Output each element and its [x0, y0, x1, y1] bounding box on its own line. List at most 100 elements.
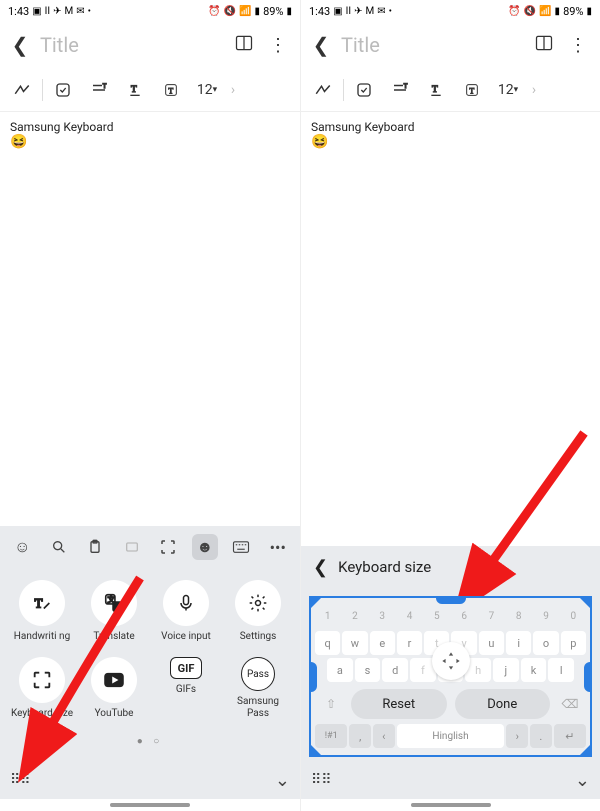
format-toolbar: T T T 12▾ ›	[0, 68, 300, 112]
note-content[interactable]: Samsung Keyboard 😆	[0, 112, 300, 526]
gif-icon: GIF	[170, 657, 202, 679]
toolbar-scroll-right[interactable]: ›	[227, 74, 239, 106]
note-line: Samsung Keyboard	[311, 120, 590, 134]
mute-icon: 🔇	[224, 6, 236, 17]
keyboard-footer: ⠿⠿ ⌄	[0, 761, 300, 799]
keyboard-size-title: Keyboard size	[338, 558, 431, 576]
backspace-icon: ⌫	[558, 697, 582, 711]
textbox-icon[interactable]	[119, 534, 145, 560]
reset-button[interactable]: Reset	[351, 689, 447, 719]
more-icon[interactable]: ⋮	[566, 35, 590, 56]
keyboard-size-header: ❮ Keyboard size	[301, 546, 600, 588]
font-size-select[interactable]: 12▾	[191, 74, 223, 106]
status-icon: ✉	[76, 6, 84, 17]
signal-icon: ▮	[555, 6, 561, 17]
resize-handle-right[interactable]	[584, 662, 592, 692]
text-scan-icon[interactable]	[155, 534, 181, 560]
status-icon: •	[88, 6, 91, 17]
status-icon: M	[65, 6, 74, 17]
textcolor-tool[interactable]: T	[155, 74, 187, 106]
format-toolbar: T T T 12▾ ›	[301, 68, 600, 112]
shortcut-keyboard-size[interactable]: Keyboard size	[10, 657, 74, 720]
text-style-tool[interactable]: T	[83, 74, 115, 106]
keyboard-mode-icon[interactable]	[228, 534, 254, 560]
note-emoji: 😆	[10, 134, 290, 150]
shortcut-translate[interactable]: 文 Translate	[82, 580, 146, 643]
underline-tool[interactable]: T	[420, 74, 452, 106]
checkbox-tool[interactable]	[47, 74, 79, 106]
navigation-bar	[0, 799, 300, 811]
shortcut-settings[interactable]: Settings	[226, 580, 290, 643]
svg-text:文: 文	[108, 595, 116, 604]
svg-text:T: T	[404, 82, 408, 89]
svg-text:T: T	[35, 597, 43, 611]
back-button[interactable]: ❮	[10, 33, 30, 57]
status-time: 1:43	[309, 5, 330, 18]
reader-icon[interactable]	[532, 33, 556, 58]
statusbar: 1:43 ▣ II ✈ M ✉ • ⏰ 🔇 📶 ▮ 89% ▮	[0, 0, 300, 22]
keyboard-toolbar: ☺ ☻ •••	[0, 526, 300, 568]
statusbar: 1:43 ▣ II ✈ M ✉ • ⏰ 🔇 📶 ▮ 89% ▮	[301, 0, 600, 22]
lang-left-icon: ‹	[373, 724, 395, 748]
textcolor-tool[interactable]: T	[456, 74, 488, 106]
note-emoji: 😆	[311, 134, 590, 150]
draw-tool[interactable]	[6, 74, 38, 106]
space-key: Hinglish	[397, 724, 505, 748]
gear-icon	[235, 580, 281, 626]
collapse-keyboard-icon[interactable]: ⌄	[575, 770, 590, 791]
text-style-tool[interactable]: T	[384, 74, 416, 106]
title-field[interactable]: Title	[40, 33, 222, 57]
keyboard-grid-icon[interactable]: ⠿⠿	[311, 772, 332, 788]
shortcut-youtube[interactable]: YouTube	[82, 657, 146, 720]
svg-text:T: T	[131, 85, 137, 95]
shortcut-handwriting[interactable]: T Handwriti ng	[10, 580, 74, 643]
keyboard-size-panel: 1 2 3 4 5 6 7 8 9 0 q w e r t y u i o	[301, 588, 600, 761]
back-button[interactable]: ❮	[311, 33, 331, 57]
shortcut-samsung-pass[interactable]: Pass Samsung Pass	[226, 657, 290, 720]
svg-text:T: T	[432, 85, 438, 95]
battery-pct: 89%	[563, 5, 583, 18]
reader-icon[interactable]	[232, 33, 256, 58]
mute-icon: 🔇	[524, 6, 536, 17]
draw-tool[interactable]	[307, 74, 339, 106]
key-row-bottom: !#1 , ‹ Hinglish › . ↵	[315, 724, 586, 748]
resize-handle-left[interactable]	[309, 662, 317, 692]
move-handle[interactable]	[432, 642, 470, 680]
wifi-icon: 📶	[539, 6, 551, 17]
back-button[interactable]: ❮	[313, 557, 328, 578]
alarm-off-icon: ⏰	[508, 6, 520, 17]
status-time: 1:43	[8, 5, 29, 18]
more-icon[interactable]: ⋮	[266, 35, 290, 56]
divider	[42, 79, 43, 101]
svg-text:T: T	[103, 82, 107, 89]
shift-icon: ⇧	[319, 697, 343, 711]
title-field[interactable]: Title	[341, 33, 522, 57]
toolbar-scroll-right[interactable]: ›	[528, 74, 540, 106]
font-size-select[interactable]: 12▾	[492, 74, 524, 106]
search-icon[interactable]	[46, 534, 72, 560]
done-button[interactable]: Done	[455, 689, 551, 719]
note-content[interactable]: Samsung Keyboard 😆	[301, 112, 600, 546]
note-line: Samsung Keyboard	[10, 120, 290, 134]
resize-handle-top[interactable]	[436, 596, 466, 604]
shortcut-voice-input[interactable]: Voice input	[154, 580, 218, 643]
battery-icon: ▮	[586, 6, 592, 17]
collapse-keyboard-icon[interactable]: ⌄	[275, 770, 290, 791]
checkbox-tool[interactable]	[348, 74, 380, 106]
more-icon[interactable]: •••	[265, 534, 291, 560]
signal-icon: ▮	[255, 6, 261, 17]
translate-icon: 文	[91, 580, 137, 626]
underline-tool[interactable]: T	[119, 74, 151, 106]
emoji-icon[interactable]: ☺	[9, 534, 35, 560]
keyboard-preview[interactable]: 1 2 3 4 5 6 7 8 9 0 q w e r t y u i o	[309, 596, 592, 757]
shortcut-gifs[interactable]: GIF GIFs	[154, 657, 218, 720]
battery-icon: ▮	[286, 6, 292, 17]
keyboard-grid-icon[interactable]: ⠿⠿	[10, 772, 31, 788]
resize-icon	[19, 657, 65, 703]
sticker-icon[interactable]: ☻	[192, 534, 218, 560]
header: ❮ Title ⋮	[301, 22, 600, 68]
enter-icon: ↵	[554, 724, 586, 748]
clipboard-icon[interactable]	[82, 534, 108, 560]
battery-pct: 89%	[263, 5, 283, 18]
pass-icon: Pass	[241, 657, 275, 691]
